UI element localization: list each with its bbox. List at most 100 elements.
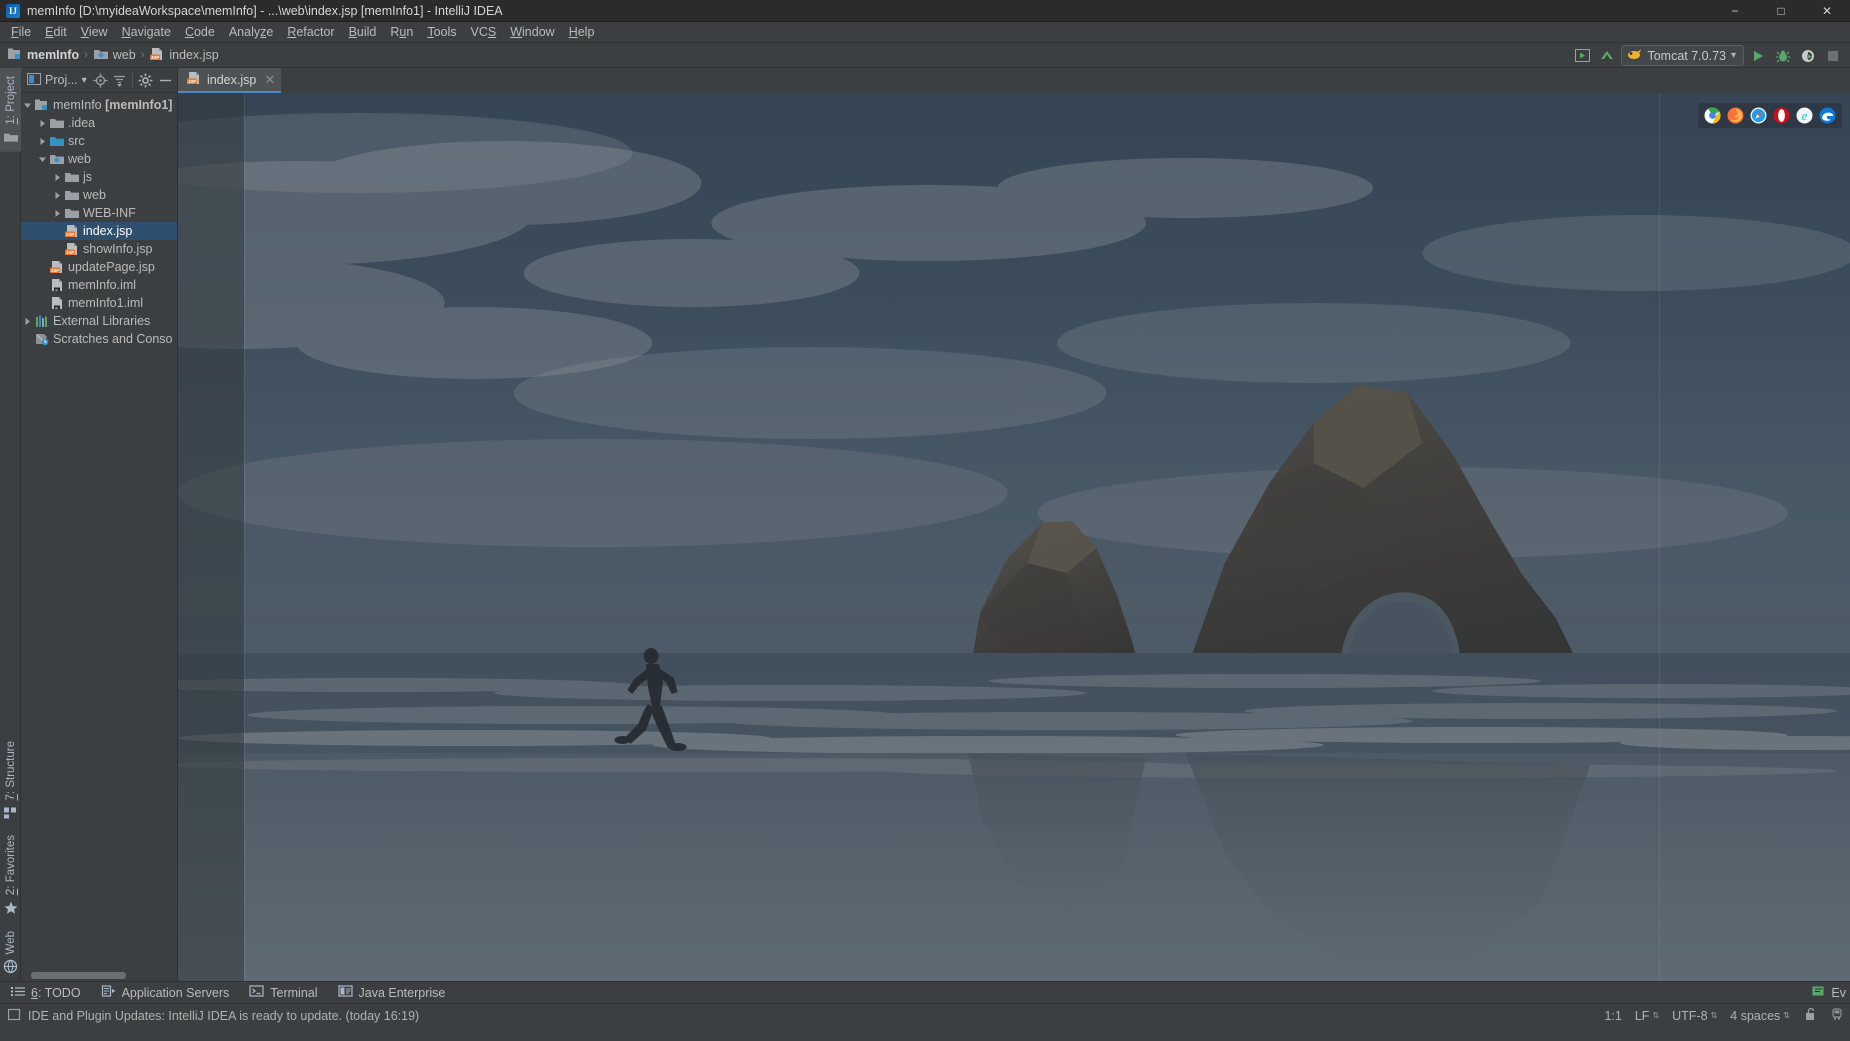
caret-position-widget[interactable]: 1:1 (1604, 1009, 1621, 1023)
encoding-widget[interactable]: UTF-8 ⇅ (1672, 1009, 1717, 1023)
toolbar-divider (132, 73, 134, 87)
menu-item-vcs[interactable]: VCS (464, 23, 504, 41)
menu-item-help[interactable]: Help (562, 23, 602, 41)
stop-button[interactable] (1822, 45, 1844, 66)
navigation-bar: memInfo › web › JSP index.jsp Tomcat 7.0.73 ▾ (0, 43, 1850, 68)
tree-node-label: index.jsp (83, 224, 133, 238)
tree-node-meminfo1-iml[interactable]: memInfo1.iml (21, 294, 177, 312)
notification-icon (7, 1008, 21, 1024)
rail-item-1--project[interactable]: 1: Project (0, 68, 22, 152)
module-icon (7, 47, 23, 64)
menu-item-analyze[interactable]: Analyze (222, 23, 280, 41)
tree-node-updatepage-jsp[interactable]: JSP updatePage.jsp (21, 258, 177, 276)
rail-item-2--favorites[interactable]: 2: Favorites (0, 827, 22, 922)
breadcrumb-item-meminfo[interactable]: memInfo (7, 47, 79, 64)
star-icon (3, 901, 19, 915)
maximize-button[interactable]: □ (1758, 0, 1804, 22)
safari-icon[interactable] (1750, 107, 1767, 124)
event-log-label: Ev (1831, 985, 1846, 1000)
edge-icon[interactable] (1819, 107, 1836, 124)
tree-node-web[interactable]: web (21, 150, 177, 168)
editor-tab-index-jsp[interactable]: JSP index.jsp ✕ (178, 68, 282, 93)
rail-item-label: 1: Project (5, 76, 17, 125)
select-target-icon[interactable] (1571, 45, 1593, 66)
hide-panel-icon[interactable] (157, 71, 174, 90)
tree-expand-arrow[interactable] (51, 191, 64, 200)
menu-item-refactor[interactable]: Refactor (280, 23, 341, 41)
rail-item-label: Web (5, 930, 17, 954)
tool-window-6--todo[interactable]: 6: TODO (0, 982, 91, 1003)
debug-button[interactable] (1772, 45, 1794, 66)
tree-expand-arrow[interactable] (51, 209, 64, 218)
rail-top-group: 1: Project (0, 68, 22, 152)
close-icon[interactable]: ✕ (264, 72, 275, 88)
rail-item-7--structure[interactable]: 7: Structure (0, 733, 22, 827)
tree-node-label: web (83, 188, 106, 202)
jsp-file-icon: JSP (149, 47, 165, 64)
tool-window-application-servers[interactable]: Application Servers (91, 982, 240, 1003)
train-icon[interactable] (1830, 1007, 1844, 1024)
tree-expand-arrow[interactable] (51, 173, 64, 182)
line-separator-widget[interactable]: LF ⇅ (1635, 1009, 1659, 1023)
menu-item-navigate[interactable]: Navigate (115, 23, 178, 41)
tree-node-label: memInfo1.iml (68, 296, 144, 310)
indent-widget[interactable]: 4 spaces ⇅ (1730, 1009, 1790, 1023)
internet-explorer-icon[interactable]: e (1796, 107, 1813, 124)
tree-expand-arrow[interactable] (36, 137, 49, 146)
breadcrumb-item-index-jsp[interactable]: JSP index.jsp (149, 47, 219, 64)
tree-node-scratches-and-consoles[interactable]: Scratches and Consoles (21, 330, 177, 348)
tool-window-java-enterprise[interactable]: Java Enterprise (328, 982, 456, 1003)
tree-node-web-inf[interactable]: WEB-INF (21, 204, 177, 222)
tool-window-label: Terminal (270, 985, 318, 1000)
tree-expand-arrow[interactable] (36, 155, 49, 164)
up-arrow-icon[interactable] (1596, 45, 1618, 66)
run-button[interactable] (1747, 45, 1769, 66)
breadcrumb-item-web[interactable]: web (93, 47, 136, 64)
tree-node-external-libraries[interactable]: External Libraries (21, 312, 177, 330)
web-folder-icon (93, 47, 109, 64)
tree-node-meminfo-iml[interactable]: memInfo.iml (21, 276, 177, 294)
menu-item-run[interactable]: Run (383, 23, 420, 41)
project-horizontal-scrollbar[interactable] (31, 972, 126, 979)
tree-node-label: External Libraries (53, 314, 151, 328)
tree-node-showinfo-jsp[interactable]: JSP showInfo.jsp (21, 240, 177, 258)
chrome-icon[interactable] (1704, 107, 1721, 124)
tree-expand-arrow[interactable] (36, 119, 49, 128)
firefox-icon[interactable] (1727, 107, 1744, 124)
rail-item-web[interactable]: Web (0, 923, 22, 981)
main-toolbar: Tomcat 7.0.73 ▾ (1571, 43, 1848, 68)
opera-icon[interactable] (1773, 107, 1790, 124)
editor-scrollbar-gutter[interactable] (1838, 93, 1850, 981)
tree-node-meminfo[interactable]: memInfo [memInfo1] D: (21, 96, 177, 114)
settings-gear-icon[interactable] (137, 71, 154, 90)
scratches-icon (34, 332, 50, 346)
tree-node-index-jsp[interactable]: JSP index.jsp (21, 222, 177, 240)
menu-item-window[interactable]: Window (503, 23, 561, 41)
tree-node-js[interactable]: js (21, 168, 177, 186)
encoding-value: UTF-8 (1672, 1008, 1708, 1023)
locate-icon[interactable] (92, 71, 109, 90)
minimize-button[interactable]: − (1712, 0, 1758, 22)
tree-node-src[interactable]: src (21, 132, 177, 150)
menu-item-tools[interactable]: Tools (420, 23, 463, 41)
menu-item-file[interactable]: File (4, 23, 38, 41)
close-button[interactable]: ✕ (1804, 0, 1850, 22)
tool-window-terminal[interactable]: Terminal (239, 982, 327, 1003)
menu-item-build[interactable]: Build (342, 23, 384, 41)
unlocked-icon[interactable] (1803, 1007, 1817, 1024)
tree-expand-arrow[interactable] (21, 101, 34, 110)
tree-expand-arrow[interactable] (21, 317, 34, 326)
tree-node-web[interactable]: web (21, 186, 177, 204)
project-view-selector[interactable]: Proj... ▾ (24, 71, 90, 90)
collapse-all-icon[interactable] (111, 71, 128, 90)
menu-item-view[interactable]: View (74, 23, 115, 41)
menu-item-edit[interactable]: Edit (38, 23, 74, 41)
tree-node--idea[interactable]: .idea (21, 114, 177, 132)
editor-tab-label: index.jsp (207, 72, 257, 87)
run-with-coverage-button[interactable] (1797, 45, 1819, 66)
run-configuration-selector[interactable]: Tomcat 7.0.73 ▾ (1621, 45, 1744, 66)
menu-item-code[interactable]: Code (178, 23, 222, 41)
event-log-button[interactable]: Ev (1812, 985, 1846, 1001)
breadcrumb-label: web (112, 48, 136, 62)
status-message-area[interactable]: IDE and Plugin Updates: IntelliJ IDEA is… (0, 1008, 419, 1024)
